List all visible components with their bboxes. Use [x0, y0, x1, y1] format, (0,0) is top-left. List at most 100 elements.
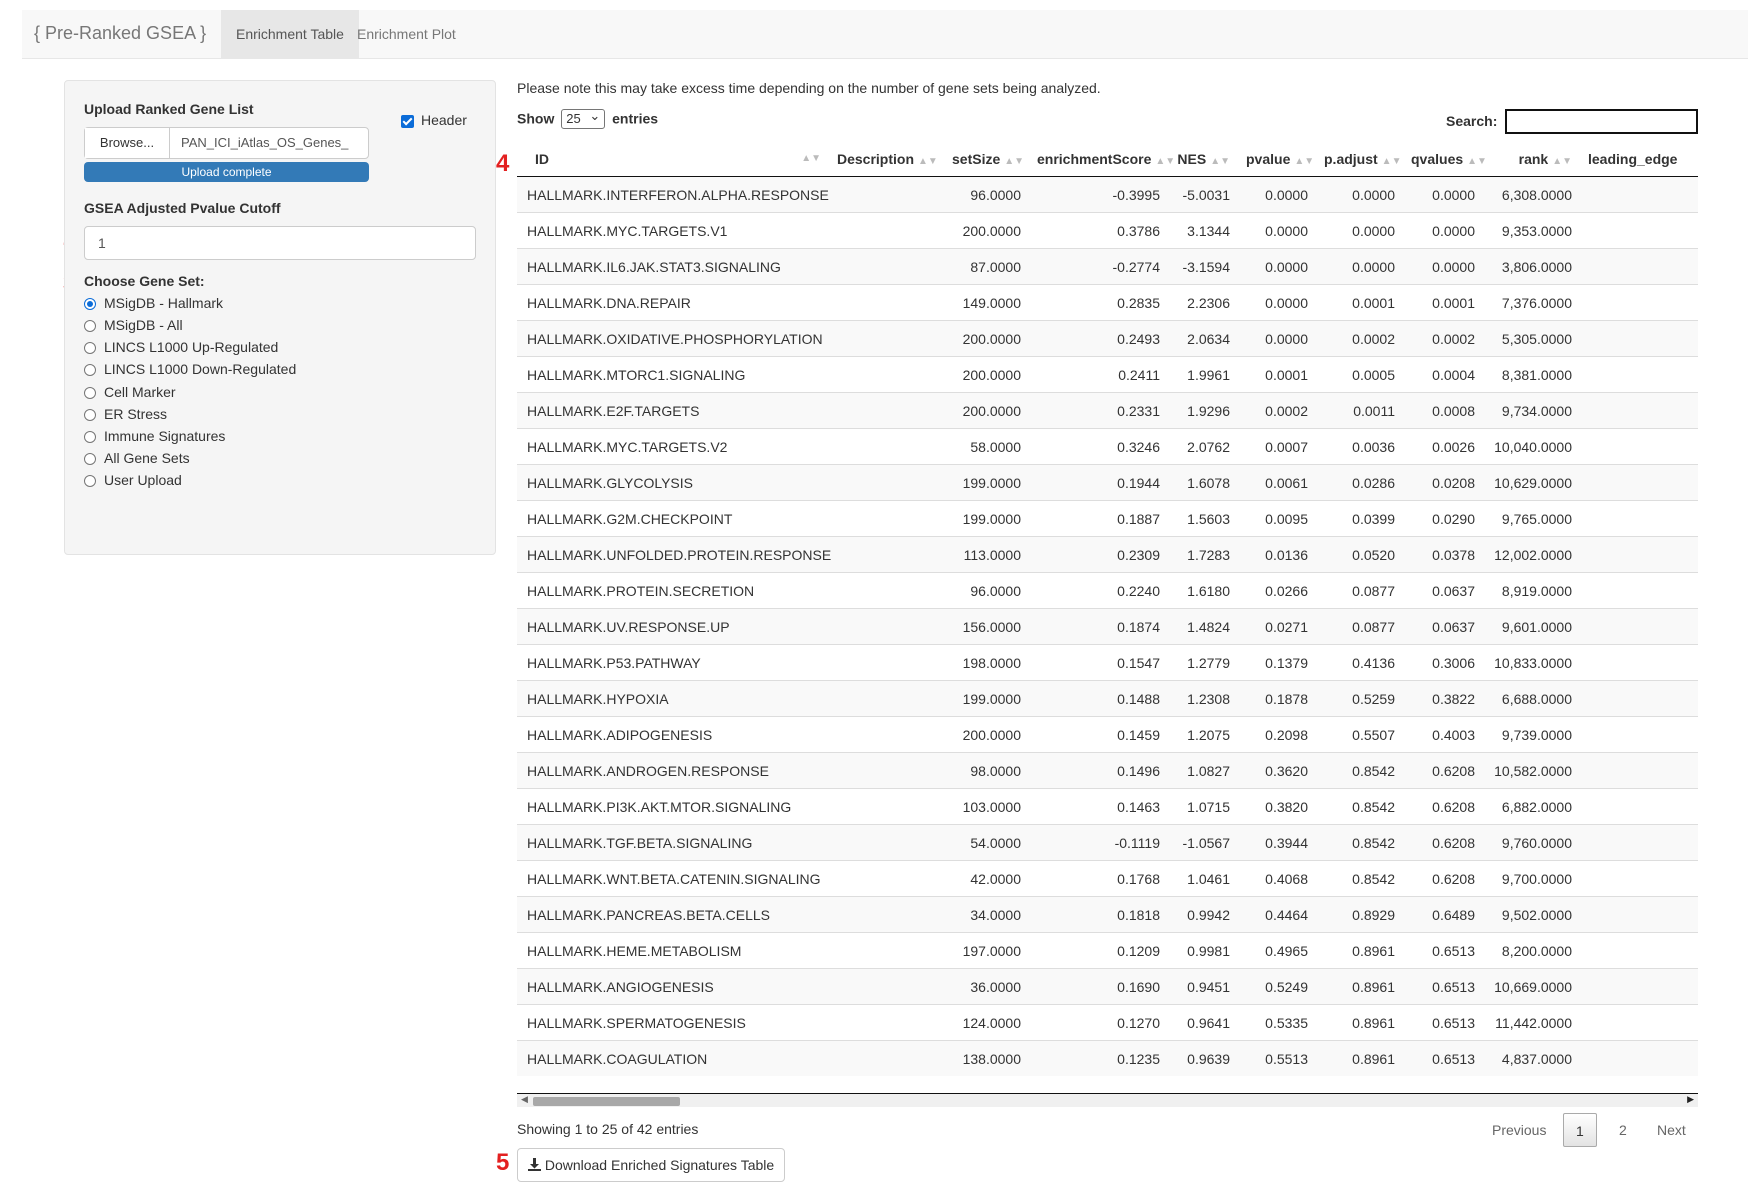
table-row[interactable]: HALLMARK.COAGULATION 138.0000 0.1235 0.9639…	[517, 1040, 1698, 1076]
table-cell-id: HALLMARK.UV.RESPONSE.UP	[517, 608, 831, 645]
gene-set-option-label[interactable]: MSigDB - All	[104, 317, 183, 333]
radio-icon[interactable]	[84, 342, 96, 354]
table-row[interactable]: HALLMARK.PANCREAS.BETA.CELLS 34.0000 0.181…	[517, 896, 1698, 933]
table-cell-qvalues: 0.0026	[1405, 428, 1485, 465]
column-header-rank[interactable]: rank ▲▼	[1485, 142, 1582, 177]
upload-progress-bar: Upload complete	[84, 162, 369, 182]
table-cell-id: HALLMARK.DNA.REPAIR	[517, 284, 831, 321]
pagination-page-1[interactable]: 1	[1563, 1113, 1597, 1147]
column-header-description[interactable]: Description ▲▼	[831, 142, 946, 177]
gene-set-option-label[interactable]: User Upload	[104, 472, 182, 488]
column-header-label: NES	[1177, 151, 1207, 167]
table-cell-rank: 9,739.0000	[1485, 716, 1582, 753]
table-cell-p-adjust: 0.8961	[1318, 968, 1405, 1005]
radio-icon[interactable]	[84, 364, 96, 376]
table-row[interactable]: HALLMARK.INTERFERON.ALPHA.RESPONSE 96.000…	[517, 176, 1698, 213]
column-header-leading-edge[interactable]: leading_edge	[1582, 142, 1698, 177]
table-cell-p-adjust: 0.8929	[1318, 896, 1405, 933]
page-length-select[interactable]: 25	[561, 107, 606, 129]
gene-set-option-label[interactable]: MSigDB - Hallmark	[104, 295, 223, 311]
upload-label: Upload Ranked Gene List	[84, 101, 254, 117]
column-header-enrichmentscore[interactable]: enrichmentScore ▲▼	[1031, 142, 1175, 177]
table-row[interactable]: HALLMARK.ADIPOGENESIS 200.0000 0.1459 1.207…	[517, 716, 1698, 753]
table-cell-nes: 0.9639	[1170, 1040, 1240, 1076]
sort-icon: ▲▼	[801, 153, 821, 164]
table-cell-setsize: 54.0000	[946, 824, 1031, 861]
gene-set-option-label[interactable]: Immune Signatures	[104, 428, 225, 444]
radio-icon[interactable]	[84, 475, 96, 487]
pagination-page-2[interactable]: 2	[1607, 1113, 1639, 1147]
table-row[interactable]: HALLMARK.GLYCOLYSIS 199.0000 0.1944 1.6078 0…	[517, 464, 1698, 501]
scroll-right-icon[interactable]: ▶	[1687, 1094, 1694, 1105]
table-cell-enrichmentscore: 0.1887	[1031, 500, 1170, 537]
header-checkbox-label[interactable]: Header	[421, 112, 467, 128]
table-row[interactable]: HALLMARK.PROTEIN.SECRETION 96.0000 0.2240 1…	[517, 572, 1698, 609]
column-header-nes[interactable]: NES ▲▼	[1170, 142, 1240, 177]
table-row[interactable]: HALLMARK.PI3K.AKT.MTOR.SIGNALING 103.0000…	[517, 788, 1698, 825]
table-row[interactable]: HALLMARK.G2M.CHECKPOINT 199.0000 0.1887 1.5…	[517, 500, 1698, 537]
scroll-left-icon[interactable]: ◀	[521, 1094, 528, 1105]
table-cell-p-adjust: 0.0877	[1318, 608, 1405, 645]
pvalue-input[interactable]: 1	[84, 226, 476, 260]
gene-set-option-label[interactable]: LINCS L1000 Down-Regulated	[104, 361, 296, 377]
table-cell-qvalues: 0.0208	[1405, 464, 1485, 501]
table-row[interactable]: HALLMARK.WNT.BETA.CATENIN.SIGNALING 42.00…	[517, 860, 1698, 897]
column-header-setsize[interactable]: setSize ▲▼	[946, 142, 1031, 177]
horizontal-scrollbar[interactable]: ◀ ▶	[517, 1093, 1698, 1107]
table-row[interactable]: HALLMARK.P53.PATHWAY 198.0000 0.1547 1.2779…	[517, 644, 1698, 681]
table-row[interactable]: HALLMARK.ANGIOGENESIS 36.0000 0.1690 0.9451…	[517, 968, 1698, 1005]
table-row[interactable]: HALLMARK.ANDROGEN.RESPONSE 98.0000 0.1496 1…	[517, 752, 1698, 789]
pagination-previous[interactable]: Previous	[1480, 1113, 1558, 1147]
app-brand[interactable]: { Pre-Ranked GSEA }	[34, 23, 206, 44]
radio-icon[interactable]	[84, 453, 96, 465]
file-upload-input[interactable]: Browse... PAN_ICI_iAtlas_OS_Genes_	[84, 127, 369, 159]
table-cell-pvalue: 0.0266	[1240, 572, 1318, 609]
table-row[interactable]: HALLMARK.HEME.METABOLISM 197.0000 0.1209 0.…	[517, 932, 1698, 969]
table-row[interactable]: HALLMARK.SPERMATOGENESIS 124.0000 0.1270 0.…	[517, 1004, 1698, 1041]
column-header-qvalues[interactable]: qvalues ▲▼	[1405, 142, 1487, 177]
table-cell-id: HALLMARK.WNT.BETA.CATENIN.SIGNALING	[517, 860, 831, 897]
table-cell-nes: 1.7283	[1170, 536, 1240, 573]
table-cell-id: HALLMARK.GLYCOLYSIS	[517, 464, 831, 501]
gene-set-option-label[interactable]: Cell Marker	[104, 384, 176, 400]
table-cell-nes: 0.9981	[1170, 932, 1240, 969]
column-header-padjust[interactable]: p.adjust ▲▼	[1318, 142, 1405, 177]
table-cell-setsize: 87.0000	[946, 248, 1031, 285]
table-row[interactable]: HALLMARK.MYC.TARGETS.V2 58.0000 0.3246 2.07…	[517, 428, 1698, 465]
table-row[interactable]: HALLMARK.IL6.JAK.STAT3.SIGNALING 87.0000-…	[517, 248, 1698, 285]
radio-selected-icon[interactable]	[84, 298, 96, 310]
browse-button[interactable]: Browse...	[85, 128, 170, 158]
radio-icon[interactable]	[84, 387, 96, 399]
table-row[interactable]: HALLMARK.E2F.TARGETS 200.0000 0.2331 1.9296…	[517, 392, 1698, 429]
table-cell-description	[831, 464, 946, 501]
header-checkbox[interactable]	[401, 115, 414, 128]
table-cell-rank: 8,200.0000	[1485, 932, 1582, 969]
radio-icon[interactable]	[84, 320, 96, 332]
radio-icon[interactable]	[84, 409, 96, 421]
table-row[interactable]: HALLMARK.MTORC1.SIGNALING 200.0000 0.2411 1…	[517, 356, 1698, 393]
gene-set-option-label[interactable]: All Gene Sets	[104, 450, 190, 466]
tab-enrichment-plot[interactable]: Enrichment Plot	[342, 10, 471, 59]
radio-icon[interactable]	[84, 431, 96, 443]
search-input[interactable]	[1505, 109, 1698, 134]
table-row[interactable]: HALLMARK.HYPOXIA 199.0000 0.1488 1.2308 0.18…	[517, 680, 1698, 717]
table-row[interactable]: HALLMARK.UNFOLDED.PROTEIN.RESPONSE 113.00…	[517, 536, 1698, 573]
gene-set-option-label[interactable]: LINCS L1000 Up-Regulated	[104, 339, 278, 355]
table-cell-id: HALLMARK.ADIPOGENESIS	[517, 716, 831, 753]
table-cell-description	[831, 752, 946, 789]
gene-set-option-label[interactable]: ER Stress	[104, 406, 167, 422]
table-row[interactable]: HALLMARK.TGF.BETA.SIGNALING 54.0000 -0.111…	[517, 824, 1698, 861]
table-row[interactable]: HALLMARK.DNA.REPAIR 149.0000 0.2835 2.2306 0…	[517, 284, 1698, 321]
scrollbar-thumb[interactable]	[533, 1097, 680, 1106]
table-row[interactable]: HALLMARK.MYC.TARGETS.V1 200.0000 0.3786 3.1…	[517, 212, 1698, 249]
table-cell-enrichmentscore: 0.1690	[1031, 968, 1170, 1005]
pagination-next[interactable]: Next	[1645, 1113, 1698, 1147]
column-header-pvalue[interactable]: pvalue ▲▼	[1240, 142, 1318, 177]
table-cell-rank: 9,502.0000	[1485, 896, 1582, 933]
download-table-button[interactable]: Download Enriched Signatures Table	[517, 1148, 785, 1182]
table-row[interactable]: HALLMARK.OXIDATIVE.PHOSPHORYLATION 200.00…	[517, 320, 1698, 357]
table-cell-description	[831, 896, 946, 933]
tab-enrichment-table[interactable]: Enrichment Table	[221, 10, 359, 59]
column-header-id[interactable]: ID ▲▼	[517, 142, 831, 177]
table-row[interactable]: HALLMARK.UV.RESPONSE.UP 156.0000 0.1874 1.4…	[517, 608, 1698, 645]
